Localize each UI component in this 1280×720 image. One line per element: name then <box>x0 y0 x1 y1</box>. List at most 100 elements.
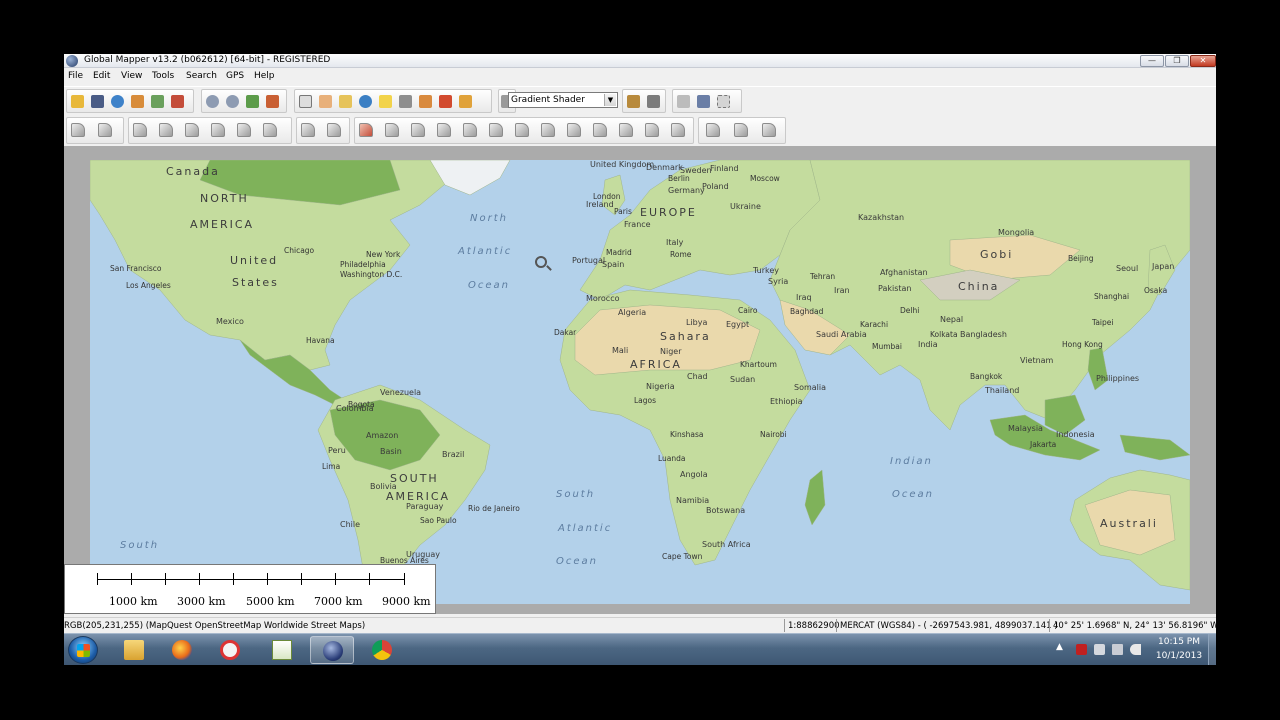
tools-button[interactable] <box>168 92 187 111</box>
edit-tool-20-button[interactable] <box>668 120 688 140</box>
edit-tool-5-button[interactable] <box>234 120 254 140</box>
menu-file[interactable]: File <box>68 71 83 81</box>
zoom-extent-button[interactable] <box>243 92 262 111</box>
action-center-icon[interactable] <box>1076 644 1087 655</box>
shader-select[interactable]: Gradient Shader ▼ <box>508 92 618 108</box>
edit-tool-1-button[interactable] <box>130 120 150 140</box>
draw-tool-button[interactable] <box>356 120 376 140</box>
scale-tick <box>369 573 370 585</box>
menu-gps[interactable]: GPS <box>226 71 244 81</box>
edit-tool-10-button[interactable] <box>408 120 428 140</box>
label-ocean-ocean-s: Ocean <box>556 556 598 567</box>
edit-tool-7-button[interactable] <box>298 120 318 140</box>
edit-tool-8-button[interactable] <box>324 120 344 140</box>
shader-options-button[interactable] <box>624 92 643 111</box>
show-desktop-button[interactable] <box>1208 634 1216 665</box>
label-chile: Chile <box>340 520 361 529</box>
menu-tools[interactable]: Tools <box>152 71 174 81</box>
zoom-out-button[interactable] <box>223 92 242 111</box>
pan-tool-button[interactable] <box>316 92 335 111</box>
edit-tool-12-button[interactable] <box>460 120 480 140</box>
dropdown-arrow-icon[interactable]: ▼ <box>604 94 616 106</box>
scale-bar: 1000 km 3000 km 5000 km 7000 km 9000 km <box>64 564 436 614</box>
maximize-button[interactable]: ❐ <box>1165 55 1189 67</box>
edit-tool-3-button[interactable] <box>182 120 202 140</box>
scale-tick <box>165 573 166 585</box>
label-bogota: Bogota <box>348 400 375 409</box>
edit-tool-18-button[interactable] <box>616 120 636 140</box>
clock-time[interactable]: 10:15 PM <box>1154 637 1204 647</box>
feature-info-button[interactable] <box>356 92 375 111</box>
minimize-button[interactable]: — <box>1140 55 1164 67</box>
device-icon[interactable] <box>1094 644 1105 655</box>
menu-search[interactable]: Search <box>186 71 217 81</box>
print-button[interactable] <box>694 92 713 111</box>
menu-edit[interactable]: Edit <box>93 71 110 81</box>
pointer-tool-button[interactable] <box>296 92 315 111</box>
create-line-button[interactable] <box>95 120 115 140</box>
taskbar-graph-app[interactable] <box>260 636 304 664</box>
label-karachi: Karachi <box>860 320 889 329</box>
world-map[interactable]: NORTH AMERICA SOUTH AMERICA AFRICA EUROP… <box>90 160 1190 604</box>
edit-tool-13-button[interactable] <box>486 120 506 140</box>
network-icon[interactable] <box>1112 644 1123 655</box>
save-button[interactable] <box>88 92 107 111</box>
move-tool-button[interactable] <box>703 120 723 140</box>
greenland-shape <box>429 160 511 196</box>
digitizer-button[interactable] <box>436 92 455 111</box>
info-icon <box>359 95 372 108</box>
dropdown-tool-button[interactable] <box>456 92 475 111</box>
3d-shader-button[interactable] <box>644 92 663 111</box>
edit-tool-13-icon <box>489 123 503 137</box>
edit-tool-15-button[interactable] <box>538 120 558 140</box>
zoom-in-button[interactable] <box>203 92 222 111</box>
grid-button[interactable] <box>714 92 733 111</box>
edit-tool-17-button[interactable] <box>590 120 610 140</box>
tray-expand-icon[interactable]: ▲ <box>1056 642 1067 653</box>
taskbar-global-mapper[interactable] <box>310 636 354 664</box>
edit-tool-4-button[interactable] <box>208 120 228 140</box>
label-vietnam: Vietnam <box>1020 356 1054 365</box>
menu-view[interactable]: View <box>121 71 142 81</box>
edit-tool-9-button[interactable] <box>382 120 402 140</box>
label-ireland: Ireland <box>586 200 614 209</box>
home-view-button[interactable] <box>263 92 282 111</box>
close-button[interactable]: ✕ <box>1190 55 1216 67</box>
taskbar-firefox[interactable] <box>160 636 204 664</box>
overlay-control-button[interactable] <box>128 92 147 111</box>
zoom-toolbar-group <box>201 89 287 113</box>
shift-icon <box>677 95 690 108</box>
palette-icon <box>627 95 640 108</box>
start-button[interactable] <box>68 636 98 664</box>
shift-tool-button[interactable] <box>674 92 693 111</box>
create-area-button[interactable] <box>68 120 88 140</box>
edit-tool-19-button[interactable] <box>642 120 662 140</box>
edit-tool-2-button[interactable] <box>156 120 176 140</box>
config-button[interactable] <box>148 92 167 111</box>
view-shed-button[interactable] <box>396 92 415 111</box>
path-profile-button[interactable] <box>376 92 395 111</box>
3d-view-button[interactable] <box>416 92 435 111</box>
edit-tool-6-button[interactable] <box>260 120 280 140</box>
rotate-tool-button[interactable] <box>731 120 751 140</box>
taskbar-chrome[interactable] <box>360 636 404 664</box>
undo-tool-button[interactable] <box>759 120 779 140</box>
edit-tool-16-button[interactable] <box>564 120 584 140</box>
edit-tool-16-icon <box>567 123 581 137</box>
open-folder-button[interactable] <box>68 92 87 111</box>
taskbar-explorer[interactable] <box>112 636 156 664</box>
edit-tool-11-button[interactable] <box>434 120 454 140</box>
menu-help[interactable]: Help <box>254 71 275 81</box>
clock-date[interactable]: 10/1/2013 <box>1154 651 1204 661</box>
taskbar-snipping-tool[interactable] <box>208 636 252 664</box>
globe-app-icon[interactable] <box>66 55 78 67</box>
volume-icon[interactable] <box>1130 644 1141 655</box>
online-data-button[interactable] <box>108 92 127 111</box>
edit-tool-14-button[interactable] <box>512 120 532 140</box>
scale-label-7000: 7000 km <box>314 595 363 608</box>
map-view-area[interactable]: NORTH AMERICA SOUTH AMERICA AFRICA EUROP… <box>64 146 1216 614</box>
measure-tool-button[interactable] <box>336 92 355 111</box>
rotate-icon <box>734 123 748 137</box>
label-ocean-ocean-n: Ocean <box>468 280 510 291</box>
desktop-screen: Global Mapper v13.2 (b062612) [64-bit] -… <box>64 54 1216 665</box>
